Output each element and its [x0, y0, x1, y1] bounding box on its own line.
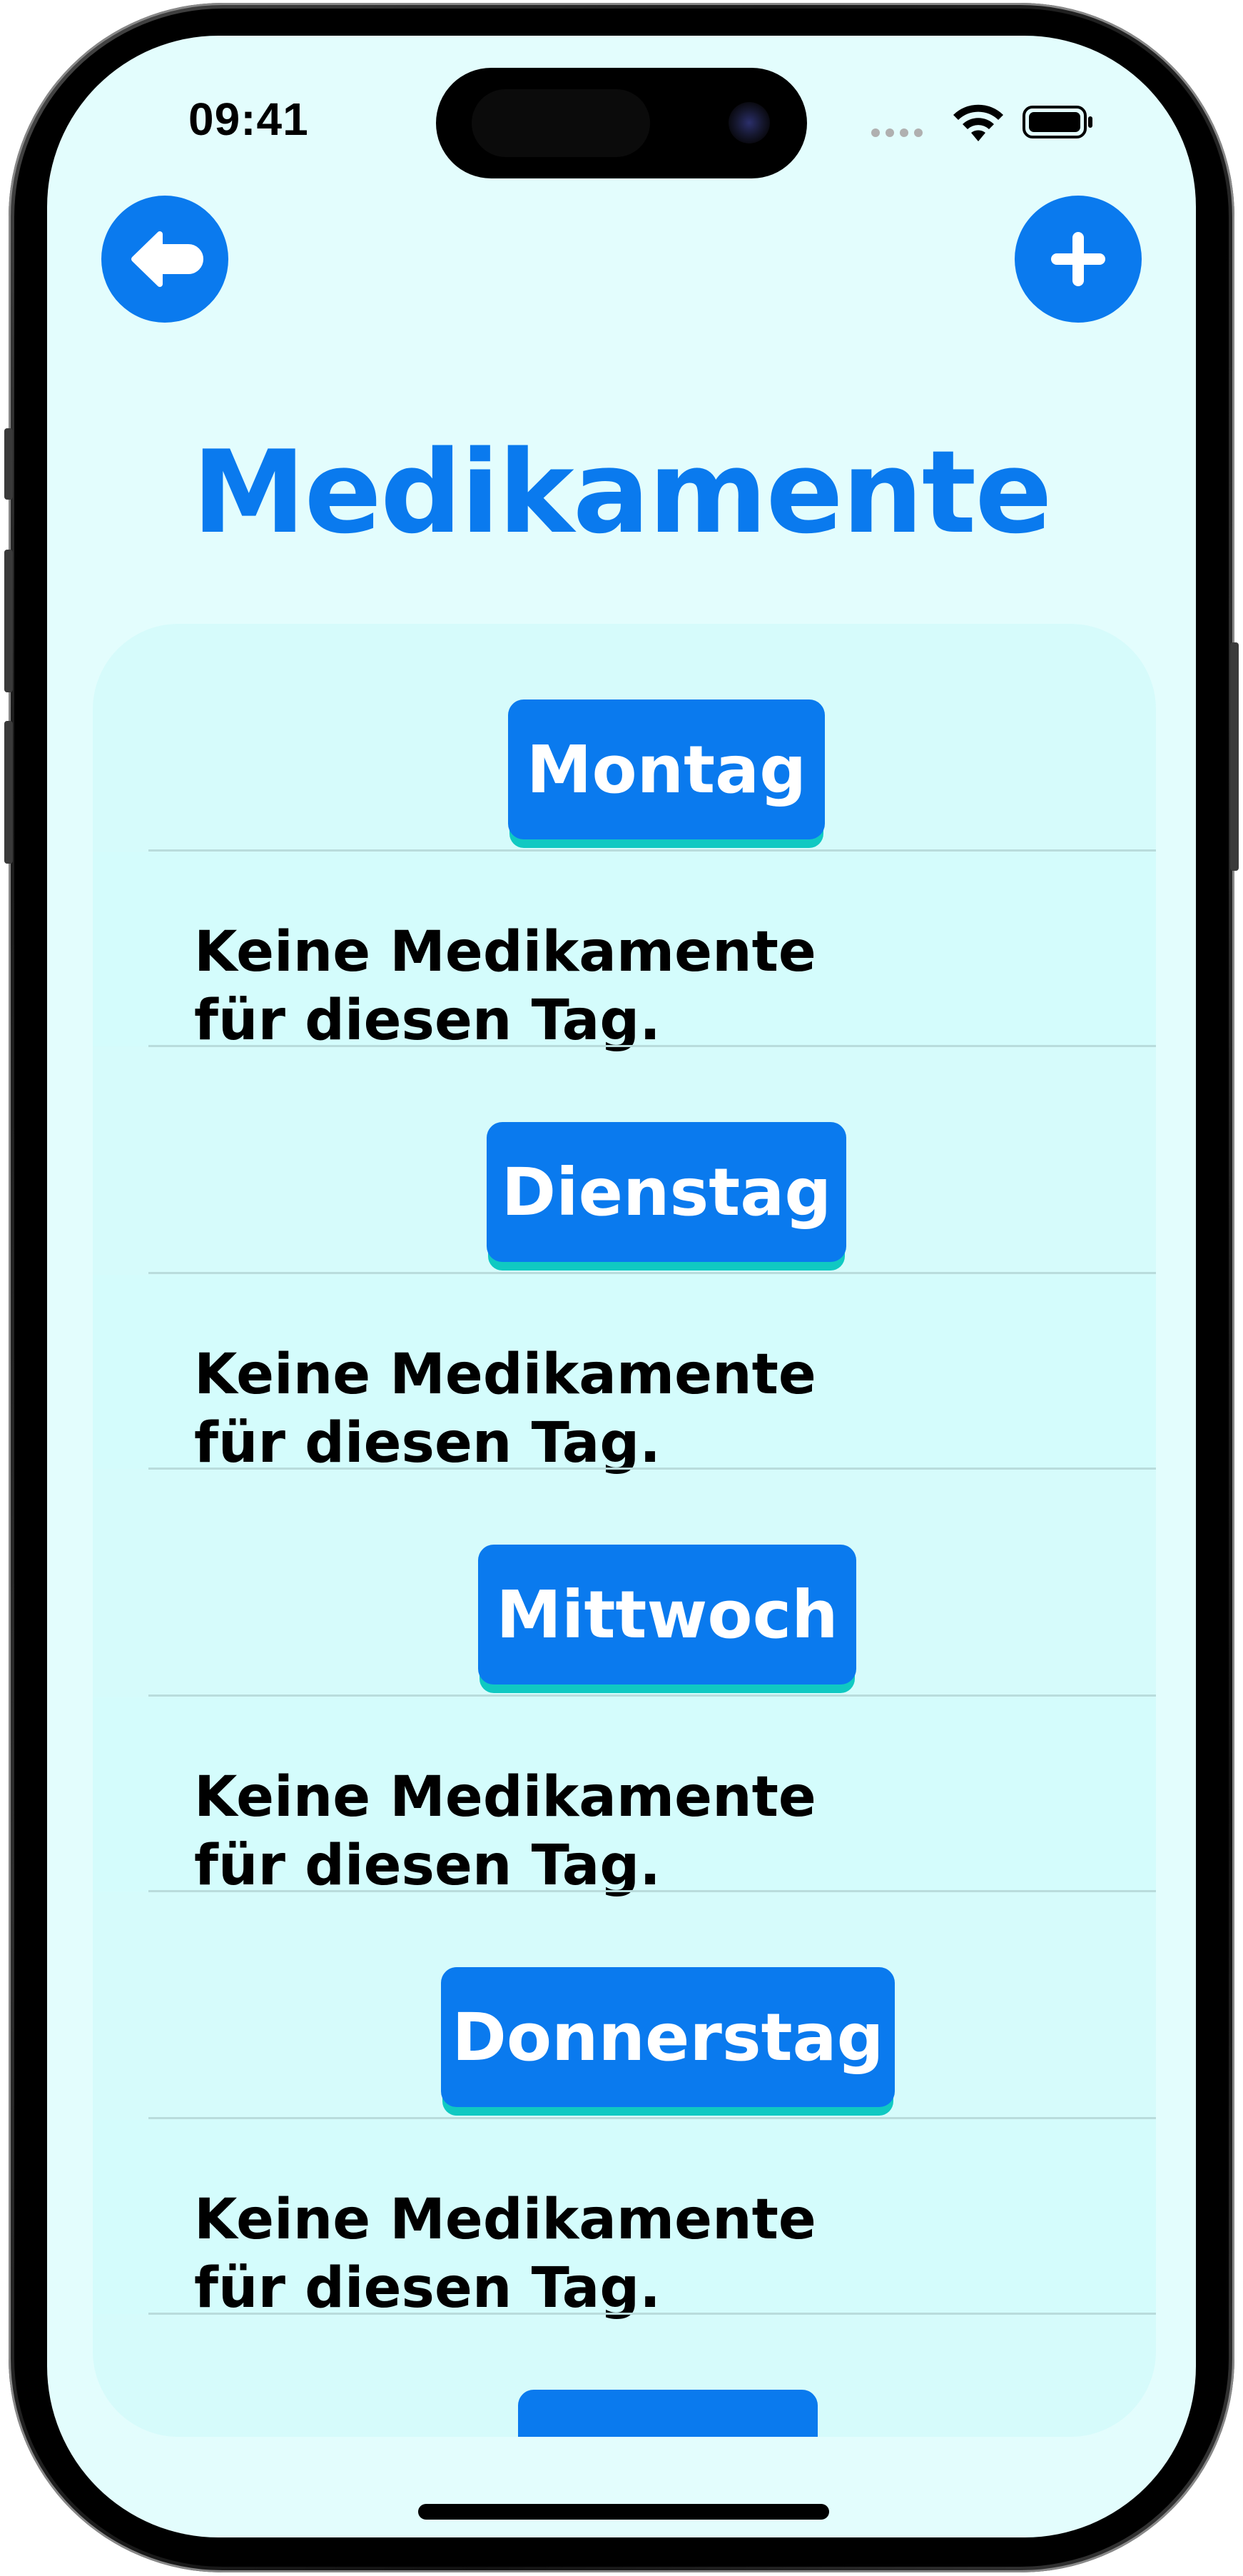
wifi-icon: [953, 104, 1003, 141]
divider: [148, 1272, 1156, 1274]
empty-message: Keine Medikamente für diesen Tag.: [194, 2188, 816, 2320]
divider: [148, 1468, 1156, 1470]
divider: [148, 849, 1156, 852]
day-button-montag[interactable]: Montag: [508, 699, 825, 839]
status-time: 09:41: [188, 94, 309, 145]
divider: [148, 2313, 1156, 2315]
volume-down-button: [4, 721, 13, 864]
status-bar: 09:41: [47, 36, 1196, 178]
side-button: [4, 428, 13, 500]
home-indicator[interactable]: [418, 2504, 829, 2520]
dynamic-island: [436, 68, 807, 178]
day-button-donnerstag[interactable]: Donnerstag: [441, 1967, 895, 2107]
cellular-signal-icon: [871, 128, 923, 137]
empty-message: Keine Medikamente für diesen Tag.: [194, 920, 816, 1053]
app-screen: 09:41 Medikamente Montag Keine Medikamen…: [47, 36, 1196, 2537]
divider: [148, 1694, 1156, 1697]
plus-icon: [1051, 232, 1105, 286]
page-title: Medikamente: [192, 425, 1052, 559]
power-button: [1230, 642, 1239, 871]
divider: [148, 1045, 1156, 1047]
empty-message: Keine Medikamente für diesen Tag.: [194, 1765, 816, 1898]
back-button[interactable]: [101, 196, 228, 323]
divider: [148, 1890, 1156, 1892]
day-button-mittwoch[interactable]: Mittwoch: [478, 1545, 856, 1684]
day-button-next[interactable]: [518, 2390, 818, 2437]
battery-icon: [1023, 106, 1092, 138]
arrow-left-icon: [131, 231, 203, 287]
empty-message: Keine Medikamente für diesen Tag.: [194, 1343, 816, 1475]
volume-up-button: [4, 550, 13, 692]
add-medication-button[interactable]: [1015, 196, 1142, 323]
front-camera: [729, 102, 770, 143]
medication-week-list: Montag Keine Medikamente für diesen Tag.…: [93, 624, 1156, 2437]
day-button-dienstag[interactable]: Dienstag: [487, 1122, 846, 1262]
divider: [148, 2117, 1156, 2119]
face-sensor: [472, 89, 650, 157]
